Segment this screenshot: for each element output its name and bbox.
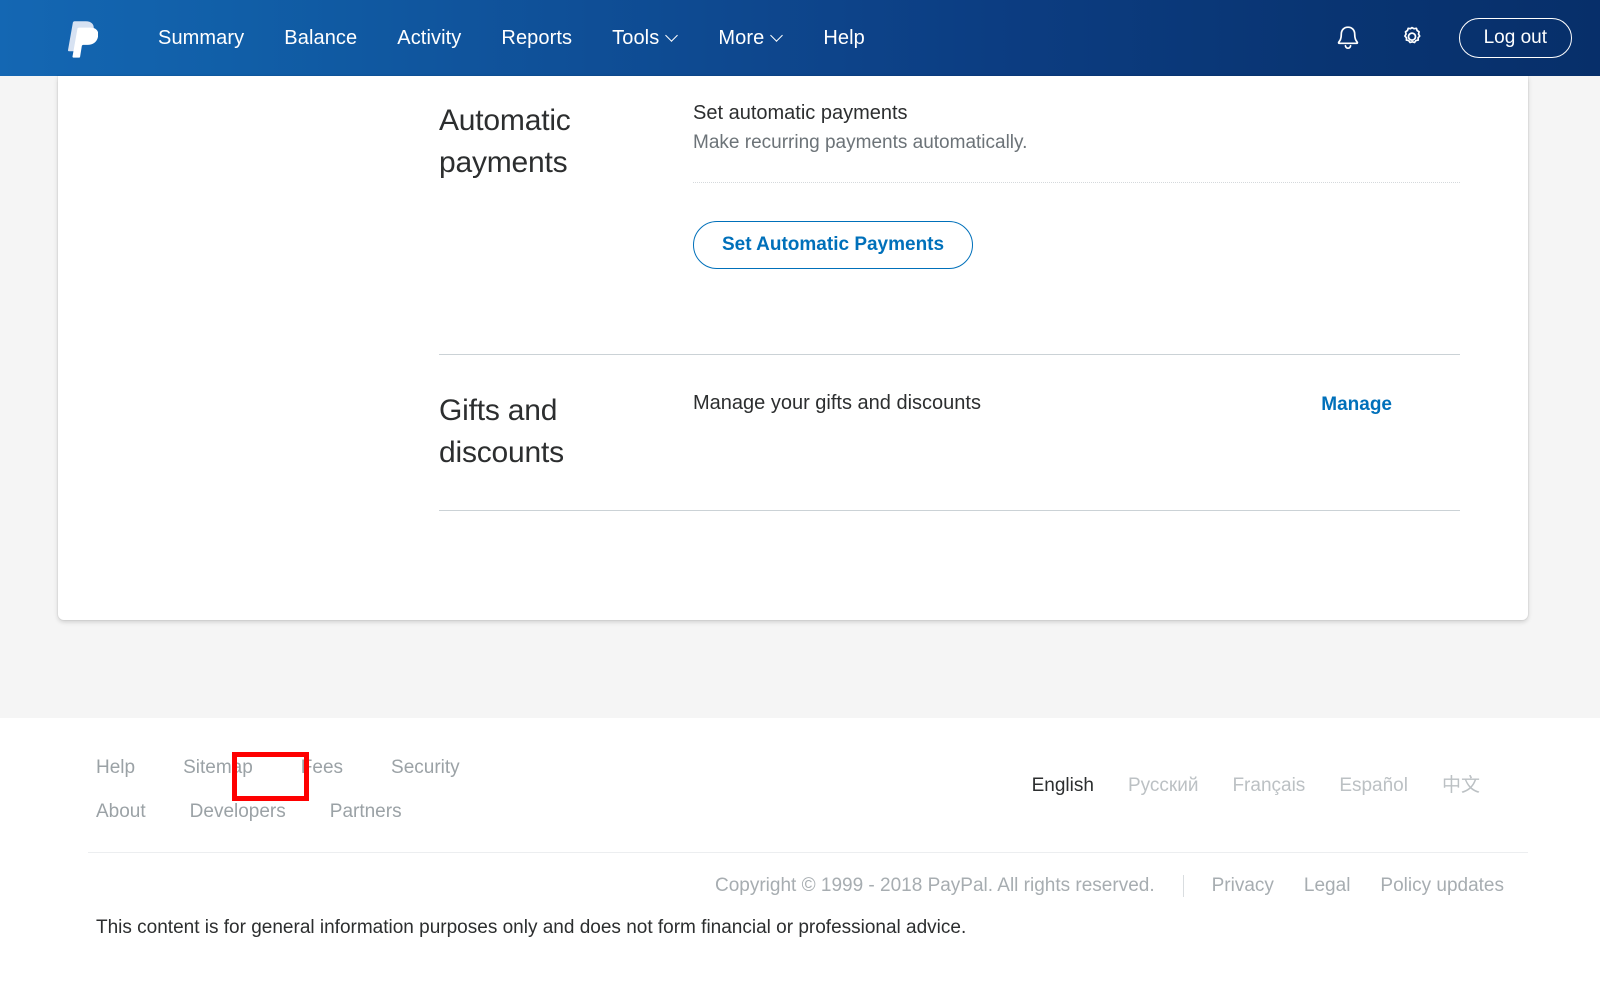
section-label: Gifts and discounts bbox=[439, 394, 564, 469]
footer-link-row-2: About Developers Partners bbox=[96, 800, 460, 824]
nav-item-help[interactable]: Help bbox=[803, 20, 885, 56]
bell-icon[interactable] bbox=[1331, 21, 1365, 55]
footer-link-fees[interactable]: Fees bbox=[301, 756, 343, 780]
set-automatic-payments-button[interactable]: Set Automatic Payments bbox=[693, 221, 974, 269]
section-title: Set automatic payments bbox=[693, 102, 908, 124]
language-selector: English Русский Français Español 中文 bbox=[1032, 756, 1528, 798]
nav-label: More bbox=[718, 27, 765, 49]
vertical-separator bbox=[1182, 875, 1184, 897]
nav-label: Summary bbox=[158, 27, 245, 49]
copyright-text: Copyright © 1999 - 2018 PayPal. All righ… bbox=[715, 875, 1155, 896]
section-label: Automatic payments bbox=[439, 104, 571, 179]
nav-label: Balance bbox=[284, 27, 358, 49]
section-subtitle: Make recurring payments automatically. bbox=[693, 132, 1028, 153]
nav-label: Activity bbox=[397, 27, 462, 49]
nav-item-summary[interactable]: Summary bbox=[138, 20, 264, 56]
footer-bottom: Copyright © 1999 - 2018 PayPal. All righ… bbox=[0, 852, 1600, 898]
language-option-chinese[interactable]: 中文 bbox=[1442, 774, 1480, 798]
footer-link-developers[interactable]: Developers bbox=[190, 800, 286, 824]
nav-label: Tools bbox=[612, 27, 660, 49]
chevron-down-icon bbox=[772, 31, 783, 42]
nav-label: Help bbox=[823, 27, 865, 49]
gear-icon[interactable] bbox=[1395, 21, 1429, 55]
section-content: Set automatic payments Make recurring pa… bbox=[693, 100, 1460, 269]
logout-button[interactable]: Log out bbox=[1458, 18, 1572, 58]
nav-item-activity[interactable]: Activity bbox=[377, 20, 481, 56]
footer-link-partners[interactable]: Partners bbox=[330, 800, 402, 824]
nav-item-more[interactable]: More bbox=[698, 20, 803, 56]
section-content: Manage your gifts and discounts Manage bbox=[693, 390, 1460, 416]
nav-item-tools[interactable]: Tools bbox=[592, 20, 698, 56]
settings-card: Automatic payments Set automatic payment… bbox=[58, 76, 1528, 620]
footer-link-privacy[interactable]: Privacy bbox=[1212, 874, 1274, 898]
language-option-spanish[interactable]: Español bbox=[1339, 774, 1408, 798]
section-divider bbox=[439, 510, 1460, 511]
header-actions: Log out bbox=[1331, 18, 1572, 58]
nav-item-balance[interactable]: Balance bbox=[264, 20, 377, 56]
nav-item-reports[interactable]: Reports bbox=[481, 20, 592, 56]
footer-link-row-1: Help Sitemap Fees Security bbox=[96, 756, 460, 780]
footer-top: Help Sitemap Fees Security About Develop… bbox=[0, 718, 1600, 824]
nav-label: Reports bbox=[501, 27, 573, 49]
language-option-english[interactable]: English bbox=[1032, 774, 1094, 798]
paypal-logo-icon[interactable] bbox=[64, 18, 98, 58]
footer-link-sitemap[interactable]: Sitemap bbox=[183, 756, 253, 780]
footer-link-security[interactable]: Security bbox=[391, 756, 460, 780]
dotted-divider bbox=[693, 182, 1460, 183]
footer-link-policy-updates[interactable]: Policy updates bbox=[1380, 874, 1504, 898]
footer-link-about[interactable]: About bbox=[96, 800, 146, 824]
global-header: Summary Balance Activity Reports Tools M… bbox=[0, 0, 1600, 76]
section-divider bbox=[439, 354, 1460, 355]
global-footer: Help Sitemap Fees Security About Develop… bbox=[0, 718, 1600, 981]
disclaimer-text: This content is for general information … bbox=[96, 917, 967, 938]
language-option-french[interactable]: Français bbox=[1232, 774, 1305, 798]
page-background: Automatic payments Set automatic payment… bbox=[0, 76, 1600, 718]
primary-nav: Summary Balance Activity Reports Tools M… bbox=[138, 20, 1331, 56]
footer-link-group: Help Sitemap Fees Security About Develop… bbox=[96, 756, 460, 824]
footer-link-help[interactable]: Help bbox=[96, 756, 135, 780]
footer-link-legal[interactable]: Legal bbox=[1304, 874, 1351, 898]
manage-link[interactable]: Manage bbox=[1321, 392, 1392, 418]
chevron-down-icon bbox=[667, 31, 678, 42]
language-option-russian[interactable]: Русский bbox=[1128, 774, 1199, 798]
